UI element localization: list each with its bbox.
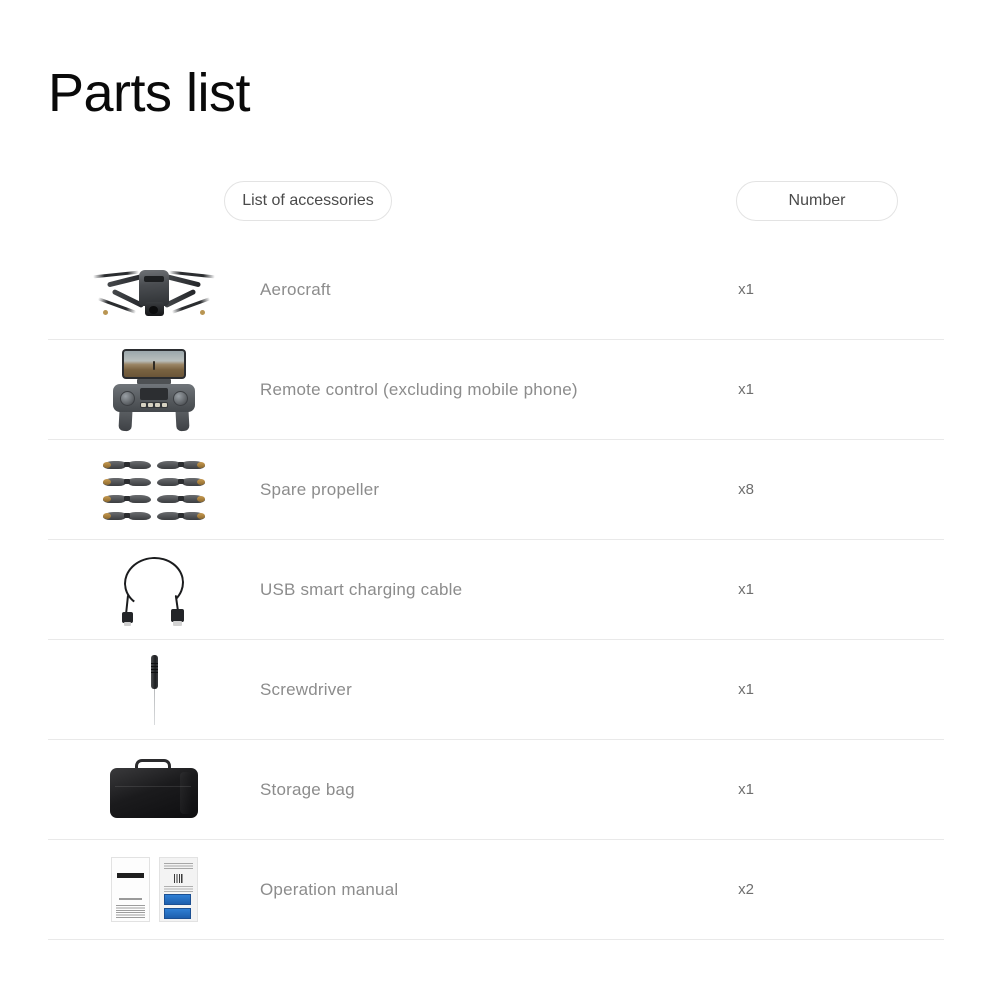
part-name: Spare propeller (260, 479, 380, 499)
table-row: Aerocraft x1 (48, 240, 944, 340)
number-column-header: Number (736, 181, 898, 221)
part-thumbnail (48, 440, 260, 539)
usb-cable-icon (118, 554, 190, 626)
part-name: USB smart charging cable (260, 579, 463, 599)
table-header: List of accessories Number (48, 181, 944, 221)
storage-bag-icon (108, 758, 200, 821)
part-quantity: x1 (738, 581, 754, 598)
part-thumbnail (48, 740, 260, 839)
part-quantity: x1 (738, 381, 754, 398)
part-name: Storage bag (260, 779, 355, 799)
part-thumbnail (48, 840, 260, 939)
parts-list-page: Parts list List of accessories Number Ae… (0, 0, 1000, 1000)
number-column-header-label: Number (788, 192, 846, 209)
accessories-column-header: List of accessories (224, 181, 392, 221)
part-quantity: x1 (738, 781, 754, 798)
table-row: Spare propeller x8 (48, 440, 944, 540)
accessories-column-header-label: List of accessories (242, 192, 374, 209)
part-name: Remote control (excluding mobile phone) (260, 379, 578, 399)
part-thumbnail (48, 640, 260, 739)
part-thumbnail (48, 540, 260, 639)
parts-table: Aerocraft x1 Remote control (excluding m… (48, 240, 944, 940)
screwdriver-icon (146, 651, 162, 729)
part-quantity: x1 (738, 681, 754, 698)
table-row: USB smart charging cable x1 (48, 540, 944, 640)
table-row: Storage bag x1 (48, 740, 944, 840)
part-name: Aerocraft (260, 279, 331, 299)
table-row: Remote control (excluding mobile phone) … (48, 340, 944, 440)
table-row: Operation manual x2 (48, 840, 944, 940)
part-quantity: x2 (738, 881, 754, 898)
part-name: Operation manual (260, 879, 399, 899)
remote-control-icon (111, 348, 197, 431)
part-thumbnail (48, 240, 260, 339)
table-row: Screwdriver x1 (48, 640, 944, 740)
part-quantity: x8 (738, 481, 754, 498)
part-thumbnail (48, 340, 260, 439)
page-title: Parts list (48, 63, 251, 123)
propeller-icon (103, 458, 205, 522)
part-name: Screwdriver (260, 679, 352, 699)
part-quantity: x1 (738, 281, 754, 298)
manual-icon (110, 857, 198, 922)
drone-icon (92, 260, 216, 320)
